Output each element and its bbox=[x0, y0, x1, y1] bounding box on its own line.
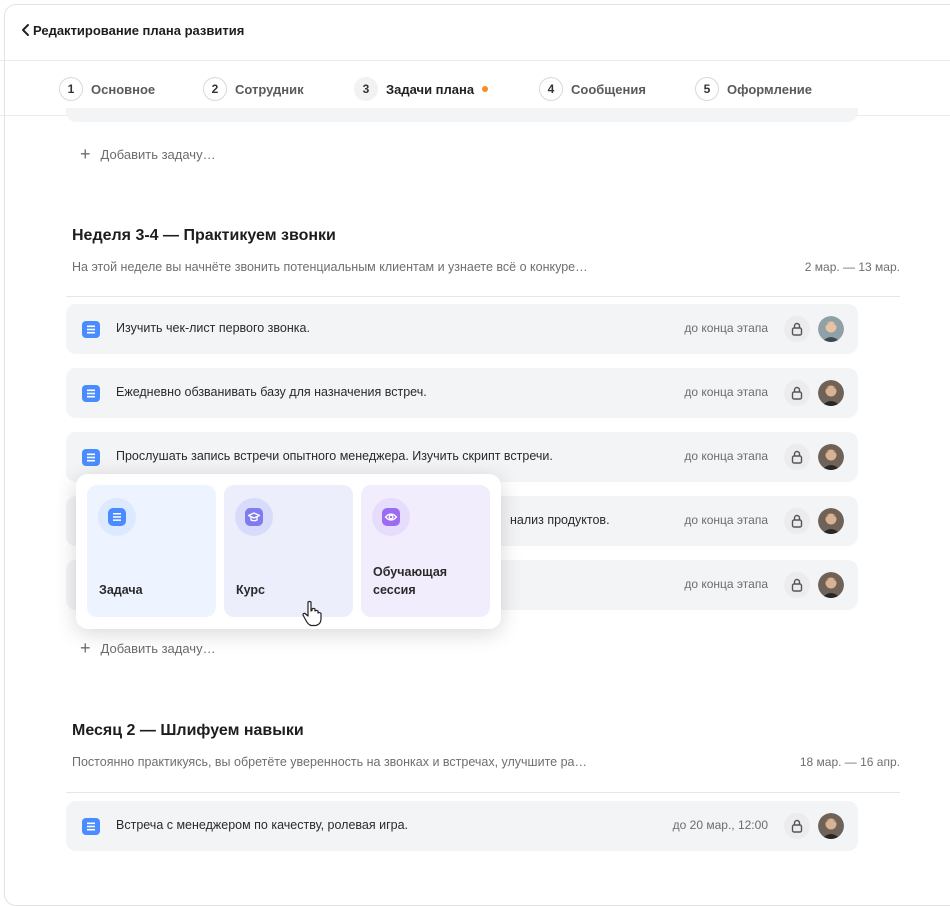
avatar[interactable] bbox=[818, 380, 844, 406]
tab-label: Сообщения bbox=[571, 81, 646, 97]
unsaved-dot-icon bbox=[482, 86, 489, 92]
tab-design[interactable]: 5 Оформление bbox=[695, 75, 812, 103]
tab-number: 3 bbox=[354, 77, 378, 101]
option-label: Курс bbox=[236, 583, 266, 597]
task-deadline: до конца этапа bbox=[684, 385, 768, 399]
task-deadline: до конца этапа bbox=[684, 577, 768, 591]
task-list-icon bbox=[82, 385, 100, 402]
lock-icon[interactable] bbox=[784, 316, 810, 342]
divider bbox=[66, 792, 900, 793]
section-dates: 18 мар. — 16 апр. bbox=[799, 755, 900, 769]
tab-number: 2 bbox=[203, 77, 227, 101]
avatar[interactable] bbox=[818, 813, 844, 839]
task-label: Изучить чек-лист первого звонка. bbox=[116, 321, 310, 335]
task-deadline: до 20 мар., 12:00 bbox=[672, 818, 768, 832]
eye-icon bbox=[372, 498, 410, 536]
section-description: Постоянно практикуясь, вы обретёте увере… bbox=[72, 755, 587, 769]
option-task[interactable]: Задача bbox=[87, 485, 216, 617]
plus-icon: + bbox=[80, 638, 91, 658]
top-bar: Редактирование плана развития bbox=[0, 0, 950, 61]
page-title: Редактирование плана развития bbox=[33, 23, 245, 38]
tab-number: 5 bbox=[695, 77, 719, 101]
add-task-label: Добавить задачу… bbox=[100, 640, 216, 656]
task-row[interactable]: Изучить чек-лист первого звонка. до конц… bbox=[66, 304, 858, 354]
option-training-session[interactable]: Обучающая сессия bbox=[361, 485, 490, 617]
add-task-label: Добавить задачу… bbox=[100, 146, 216, 162]
tab-number: 4 bbox=[539, 77, 563, 101]
tab-label: Оформление bbox=[727, 81, 813, 97]
avatar[interactable] bbox=[818, 444, 844, 470]
section-description: На этой неделе вы начнёте звонить потенц… bbox=[72, 260, 588, 274]
task-list-icon bbox=[82, 818, 100, 835]
task-list-icon bbox=[82, 449, 100, 466]
task-deadline: до конца этапа bbox=[684, 449, 768, 463]
tab-label: Задачи плана bbox=[386, 81, 475, 97]
avatar[interactable] bbox=[818, 572, 844, 598]
hand-cursor-icon bbox=[302, 600, 322, 627]
task-row[interactable]: Встреча с менеджером по качеству, ролева… bbox=[66, 801, 858, 851]
add-task-button[interactable]: + Добавить задачу… bbox=[80, 638, 216, 658]
lock-icon[interactable] bbox=[784, 444, 810, 470]
tab-label: Сотрудник bbox=[235, 81, 304, 97]
task-row-partial bbox=[66, 108, 858, 122]
back-arrow-icon[interactable] bbox=[18, 22, 34, 38]
task-deadline: до конца этапа bbox=[684, 321, 768, 335]
avatar[interactable] bbox=[818, 316, 844, 342]
graduation-cap-icon bbox=[235, 498, 273, 536]
add-item-popover: Задача Курс Обучающая сессия bbox=[76, 474, 501, 629]
divider bbox=[66, 296, 900, 297]
add-task-button[interactable]: + Добавить задачу… bbox=[80, 144, 216, 164]
section-dates: 2 мар. — 13 мар. bbox=[804, 260, 900, 274]
task-deadline: до конца этапа bbox=[684, 513, 768, 527]
lock-icon[interactable] bbox=[784, 572, 810, 598]
option-label: Обучающая сессия bbox=[373, 565, 448, 597]
avatar[interactable] bbox=[818, 508, 844, 534]
option-course[interactable]: Курс bbox=[224, 485, 353, 617]
tab-employee[interactable]: 2 Сотрудник bbox=[203, 75, 304, 103]
lock-icon[interactable] bbox=[784, 813, 810, 839]
task-label: Ежедневно обзванивать базу для назначени… bbox=[116, 385, 427, 399]
list-icon bbox=[98, 498, 136, 536]
section-title: Месяц 2 — Шлифуем навыки bbox=[72, 722, 304, 739]
task-label: Прослушать запись встречи опытного менед… bbox=[116, 449, 553, 463]
tab-main[interactable]: 1 Основное bbox=[59, 75, 155, 103]
option-label: Задача bbox=[99, 583, 143, 597]
task-list-icon bbox=[82, 321, 100, 338]
task-row[interactable]: Ежедневно обзванивать базу для назначени… bbox=[66, 368, 858, 418]
tab-messages[interactable]: 4 Сообщения bbox=[539, 75, 646, 103]
tab-number: 1 bbox=[59, 77, 83, 101]
tab-plan-tasks[interactable]: 3 Задачи плана bbox=[354, 75, 489, 103]
task-label: нализ продуктов. bbox=[510, 513, 610, 527]
section-title: Неделя 3-4 — Практикуем звонки bbox=[72, 227, 336, 244]
tab-label: Основное bbox=[91, 81, 156, 97]
task-label: Встреча с менеджером по качеству, ролева… bbox=[116, 818, 409, 832]
plus-icon: + bbox=[80, 144, 91, 164]
lock-icon[interactable] bbox=[784, 508, 810, 534]
lock-icon[interactable] bbox=[784, 380, 810, 406]
